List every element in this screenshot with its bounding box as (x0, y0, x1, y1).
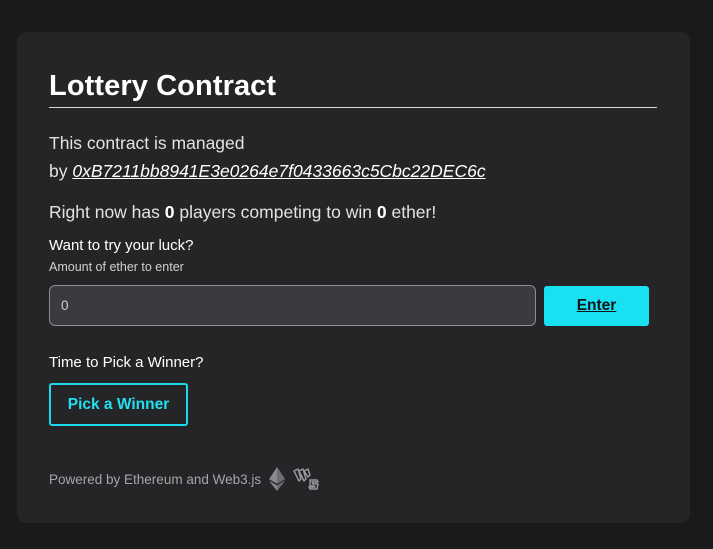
managed-text: This contract is managed (49, 133, 245, 153)
lottery-status: Right now has 0 players competing to win… (49, 202, 436, 223)
players-count: 0 (164, 202, 175, 222)
managed-by-text: by (49, 161, 68, 181)
lottery-card: Lottery Contract This contract is manage… (17, 32, 690, 523)
status-suffix: ether! (391, 202, 437, 222)
prize-amount: 0 (376, 202, 387, 222)
amount-input[interactable] (49, 285, 536, 326)
web3js-icon (293, 467, 319, 491)
pick-winner-heading: Time to Pick a Winner? (49, 354, 204, 371)
page-title: Lottery Contract (49, 70, 277, 102)
manager-info: This contract is managed by 0xB7211bb894… (49, 129, 486, 185)
enter-button[interactable]: Enter (544, 286, 649, 326)
title-divider (49, 107, 657, 108)
status-prefix: Right now has (49, 202, 160, 222)
pick-winner-button[interactable]: Pick a Winner (49, 383, 188, 426)
footer: Powered by Ethereum and Web3.js (49, 467, 319, 491)
footer-text: Powered by Ethereum and Web3.js (49, 471, 262, 487)
status-middle: players competing to win (179, 202, 372, 222)
manager-address-link[interactable]: 0xB7211bb8941E3e0264e7f0433663c5Cbc22DEC… (72, 161, 485, 181)
enter-heading: Want to try your luck? (49, 237, 194, 254)
amount-label: Amount of ether to enter (49, 260, 184, 274)
ethereum-icon (269, 467, 286, 491)
